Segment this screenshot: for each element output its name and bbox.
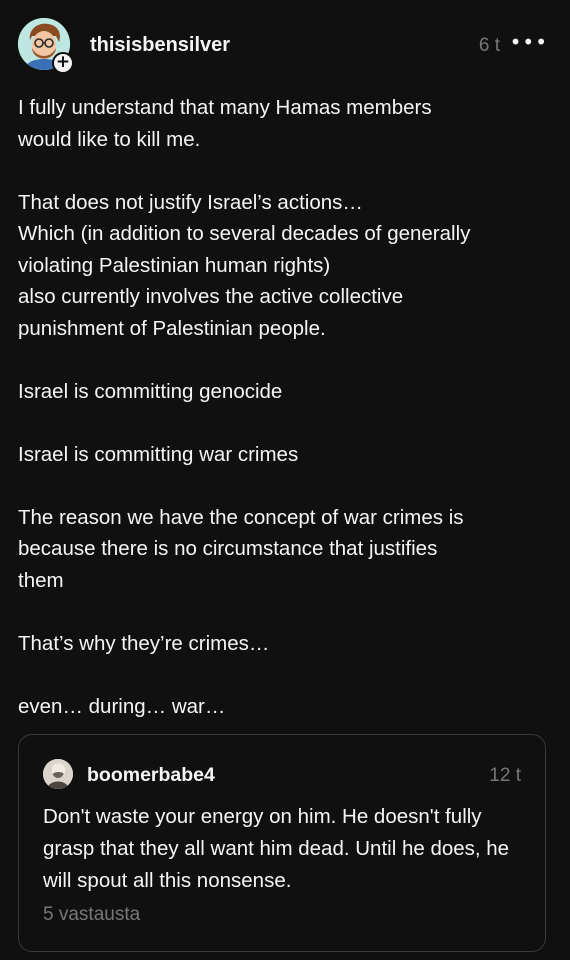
- quoted-post-card[interactable]: boomerbabe4 12 t Don't waste your energy…: [18, 734, 546, 952]
- author-username[interactable]: thisisbensilver: [90, 34, 230, 57]
- follow-plus-icon[interactable]: +: [52, 52, 74, 74]
- author-avatar-container[interactable]: +: [18, 18, 74, 74]
- more-horizontal-icon[interactable]: •••: [510, 30, 548, 54]
- quoted-post-replies-link[interactable]: 5 vastausta: [43, 904, 140, 926]
- quoted-post-timestamp: 12 t: [489, 765, 521, 786]
- quoted-avatar-image: [43, 759, 73, 789]
- post-header: + thisisbensilver 6 t •••: [18, 18, 552, 74]
- post-timestamp: 6 t: [478, 35, 500, 56]
- quoted-author-username[interactable]: boomerbabe4: [87, 764, 215, 787]
- thread-post: + thisisbensilver 6 t ••• I fully unders…: [0, 0, 570, 960]
- post-body-text: I fully understand that many Hamas membe…: [18, 96, 471, 718]
- quoted-author-avatar[interactable]: [43, 759, 73, 789]
- quoted-post-text: Don't waste your energy on him. He doesn…: [43, 805, 510, 892]
